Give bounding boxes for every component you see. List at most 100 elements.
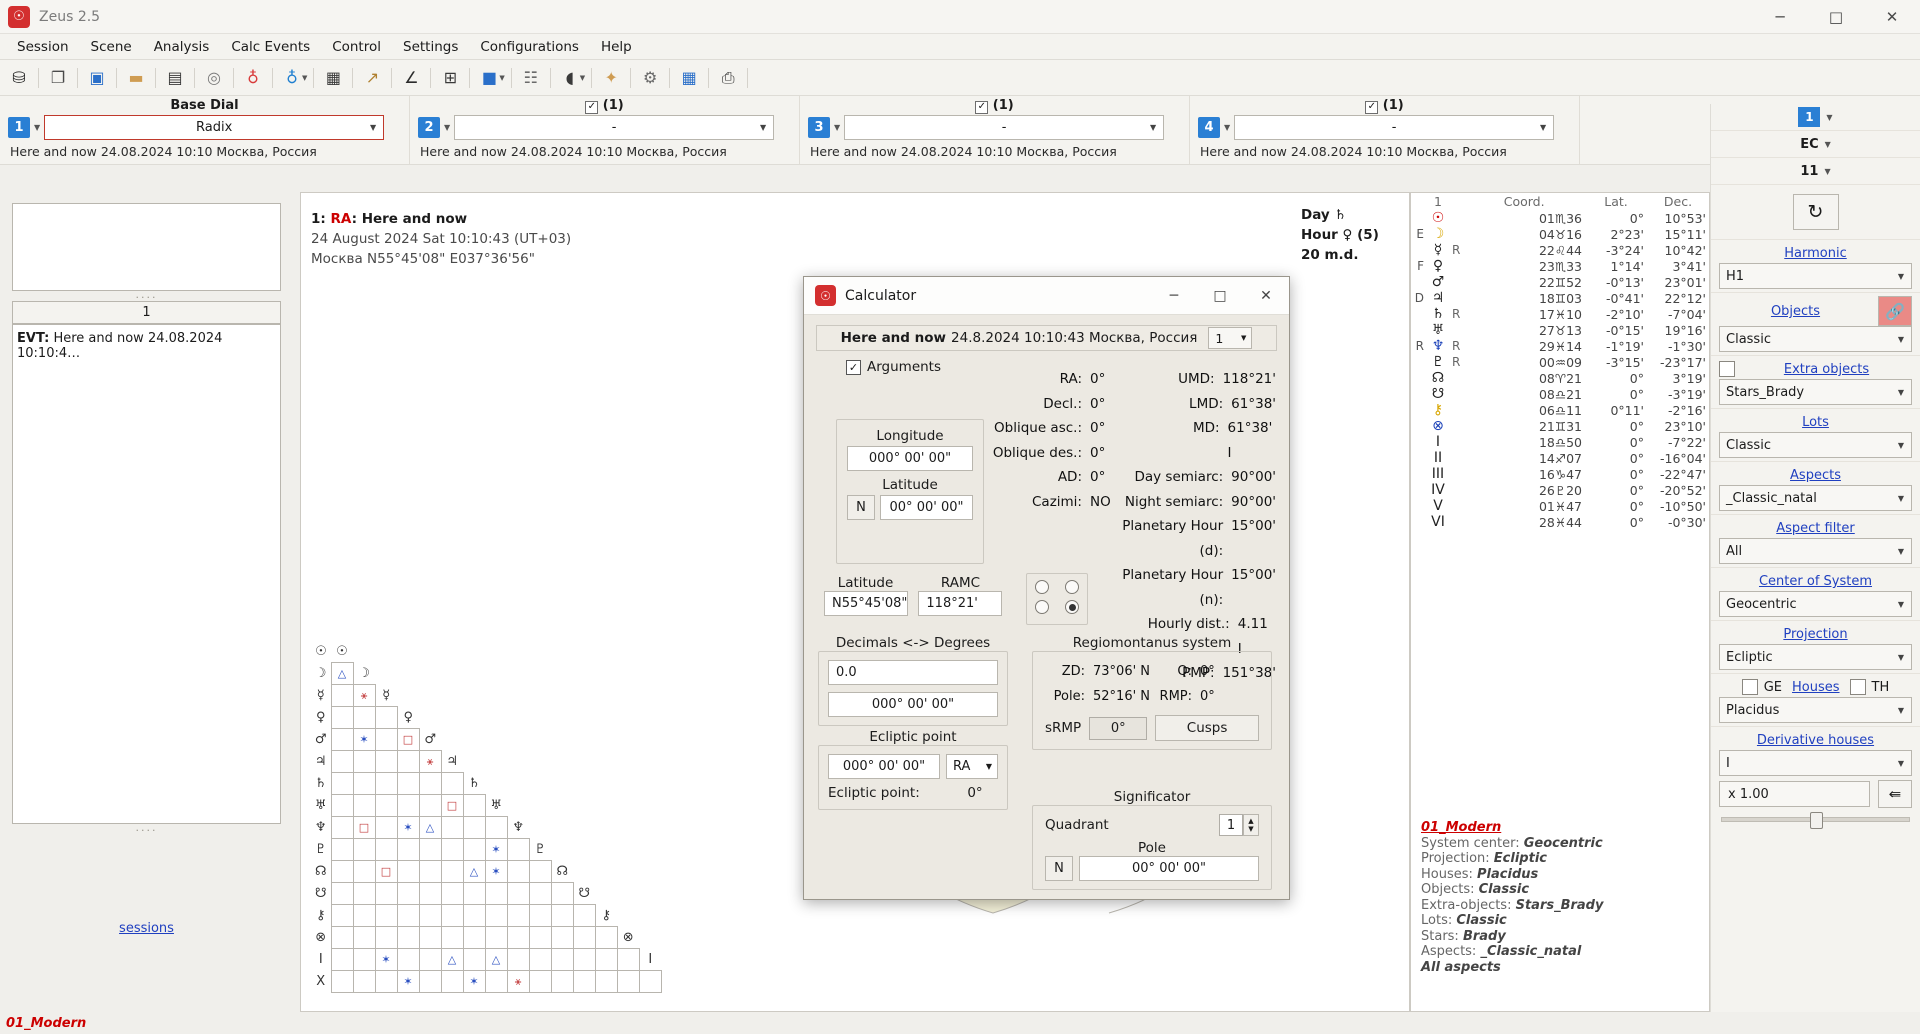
- star-map-icon[interactable]: ✦: [598, 65, 624, 91]
- center-select[interactable]: Geocentric ▼: [1719, 591, 1912, 617]
- ephemeris-icon[interactable]: ☷: [518, 65, 544, 91]
- aspect-cell[interactable]: [374, 882, 398, 905]
- aspect-cell[interactable]: [528, 970, 552, 993]
- aspect-cell[interactable]: [528, 904, 552, 927]
- aspect-cell[interactable]: [396, 948, 420, 971]
- aspect-cell[interactable]: [462, 838, 486, 861]
- aspect-cell[interactable]: □: [374, 860, 398, 883]
- extra-objects-select[interactable]: Stars_Brady ▼: [1719, 379, 1912, 405]
- aspect-cell[interactable]: [572, 926, 596, 949]
- aspect-cell[interactable]: [352, 904, 376, 927]
- table-row[interactable]: ♄ R 17♓10 -2°10' -7°04': [1411, 306, 1709, 322]
- aspect-cell[interactable]: [462, 794, 486, 817]
- aspect-cell[interactable]: [506, 948, 530, 971]
- chevron-down-icon[interactable]: ▼: [1824, 167, 1830, 176]
- houses-select[interactable]: Placidus ▼: [1719, 697, 1912, 723]
- aspect-cell[interactable]: [594, 970, 618, 993]
- aspect-cell[interactable]: [330, 750, 354, 773]
- aspect-cell[interactable]: [396, 838, 420, 861]
- aspect-cell[interactable]: [462, 882, 486, 905]
- aspect-cell[interactable]: [330, 860, 354, 883]
- header-chart-select[interactable]: 1 ▼: [1208, 327, 1253, 349]
- aspect-cell[interactable]: □: [440, 794, 464, 817]
- aspect-cell[interactable]: [330, 838, 354, 861]
- degrees-output[interactable]: 000° 00' 00": [828, 692, 998, 717]
- aspect-cell[interactable]: [352, 794, 376, 817]
- menu-item-settings[interactable]: Settings: [392, 36, 469, 58]
- objects-select[interactable]: Classic ▼: [1719, 326, 1912, 352]
- slider-thumb[interactable]: [1809, 811, 1823, 829]
- cusps-button[interactable]: Cusps: [1155, 715, 1259, 741]
- dial-select-1[interactable]: Radix ▼: [44, 115, 385, 140]
- radio-option-4[interactable]: [1065, 600, 1079, 614]
- aspect-cell[interactable]: [616, 970, 640, 993]
- pole-input[interactable]: 00° 00' 00": [1079, 856, 1259, 881]
- aspect-cell[interactable]: [506, 882, 530, 905]
- aspect-cell[interactable]: ✶: [484, 860, 508, 883]
- aspect-cell[interactable]: [484, 904, 508, 927]
- aspect-cell[interactable]: [330, 816, 354, 839]
- aspect-cell[interactable]: [550, 882, 574, 905]
- pole-hemisphere-button[interactable]: N: [1045, 856, 1073, 881]
- aspect-cell[interactable]: △: [418, 816, 442, 839]
- aspect-grid[interactable]: ☉ ☉ ☽ △ ☽ ☿ ⚹ ☿ ♀ ♀ ♂ ✶ □ ♂ ♃ ⚹ ♃ ♄ ♄ ♅ □ ♅ ♆ □ ✶ △ ♆ ♇ ✶ ♇ ☊ □ △ ✶ ☊ ☋ ☋ ⚷ ⚷ ⊗…: [311, 641, 662, 993]
- new-document-icon[interactable]: ❐: [45, 65, 71, 91]
- aspect-cell[interactable]: [440, 816, 464, 839]
- aspect-cell[interactable]: [572, 948, 596, 971]
- gear-settings-icon[interactable]: ⚙: [637, 65, 663, 91]
- briefcase-icon[interactable]: ▬: [123, 65, 149, 91]
- houses-label[interactable]: Houses: [1788, 680, 1844, 695]
- table-row[interactable]: ☿ R 22♌44 -3°24' 10°42': [1411, 242, 1709, 258]
- aspect-filter-select[interactable]: All ▼: [1719, 538, 1912, 564]
- aspect-cell[interactable]: [418, 882, 442, 905]
- aspect-cell[interactable]: [462, 948, 486, 971]
- aspect-filter-label[interactable]: Aspect filter: [1719, 518, 1912, 538]
- quadrant-stepper[interactable]: ▲ ▼: [1243, 814, 1259, 836]
- ecliptic-input[interactable]: 000° 00' 00": [828, 754, 940, 779]
- left-preview-box[interactable]: [12, 203, 281, 291]
- aspect-cell[interactable]: ✶: [352, 728, 376, 751]
- table-grid-icon[interactable]: ⊞: [437, 65, 463, 91]
- menu-item-session[interactable]: Session: [6, 36, 80, 58]
- chevron-down-icon[interactable]: ▼: [1825, 140, 1831, 149]
- projection-label[interactable]: Projection: [1719, 624, 1912, 644]
- red-globe-icon[interactable]: ♁: [240, 65, 266, 91]
- aspect-cell[interactable]: [506, 926, 530, 949]
- lots-label[interactable]: Lots: [1719, 412, 1912, 432]
- link-chain-icon[interactable]: 🔗: [1878, 296, 1912, 326]
- table-row[interactable]: III 16♑47 0° -22°47': [1411, 466, 1709, 482]
- dial-number-badge[interactable]: 4: [1198, 117, 1220, 138]
- objects-label[interactable]: Objects: [1719, 301, 1872, 321]
- dial-select-4[interactable]: - ▼: [1234, 115, 1555, 140]
- aspect-cell[interactable]: [418, 970, 442, 993]
- aspect-cell[interactable]: △: [462, 860, 486, 883]
- aspect-cell[interactable]: [352, 706, 376, 729]
- table-row[interactable]: I 18♎50 0° -7°22': [1411, 434, 1709, 450]
- table-row[interactable]: ☊ 08♈21 0° 3°19': [1411, 370, 1709, 386]
- aspect-cell[interactable]: [352, 948, 376, 971]
- table-row[interactable]: II 14♐07 0° -16°04': [1411, 450, 1709, 466]
- aspect-cell[interactable]: [528, 860, 552, 883]
- menu-item-configurations[interactable]: Configurations: [469, 36, 590, 58]
- aspect-cell[interactable]: △: [484, 948, 508, 971]
- projection-select[interactable]: Ecliptic ▼: [1719, 644, 1912, 670]
- latitude-hemisphere-button[interactable]: N: [847, 495, 875, 520]
- table-row[interactable]: V 01♓47 0° -10°50': [1411, 498, 1709, 514]
- aspect-cell[interactable]: [374, 904, 398, 927]
- aspect-cell[interactable]: [330, 684, 354, 707]
- target-dial-icon[interactable]: ◎: [201, 65, 227, 91]
- aspect-cell[interactable]: △: [440, 948, 464, 971]
- aspect-cell[interactable]: [352, 860, 376, 883]
- aspects-select[interactable]: _Classic_natal ▼: [1719, 485, 1912, 511]
- table-row[interactable]: ⚷ 06♎11 0°11' -2°16': [1411, 402, 1709, 418]
- table-row[interactable]: IV 26♇20 0° -20°52': [1411, 482, 1709, 498]
- table-row[interactable]: ☉ 01♏36 0° 10°53': [1411, 210, 1709, 226]
- aspect-cell[interactable]: [440, 838, 464, 861]
- aspect-cell[interactable]: [440, 860, 464, 883]
- database-icon[interactable]: ⛁: [6, 65, 32, 91]
- aspect-cell[interactable]: □: [396, 728, 420, 751]
- aspect-cell[interactable]: [374, 838, 398, 861]
- save-icon[interactable]: ▣: [84, 65, 110, 91]
- aspect-cell[interactable]: [462, 926, 486, 949]
- aspect-cell[interactable]: [418, 926, 442, 949]
